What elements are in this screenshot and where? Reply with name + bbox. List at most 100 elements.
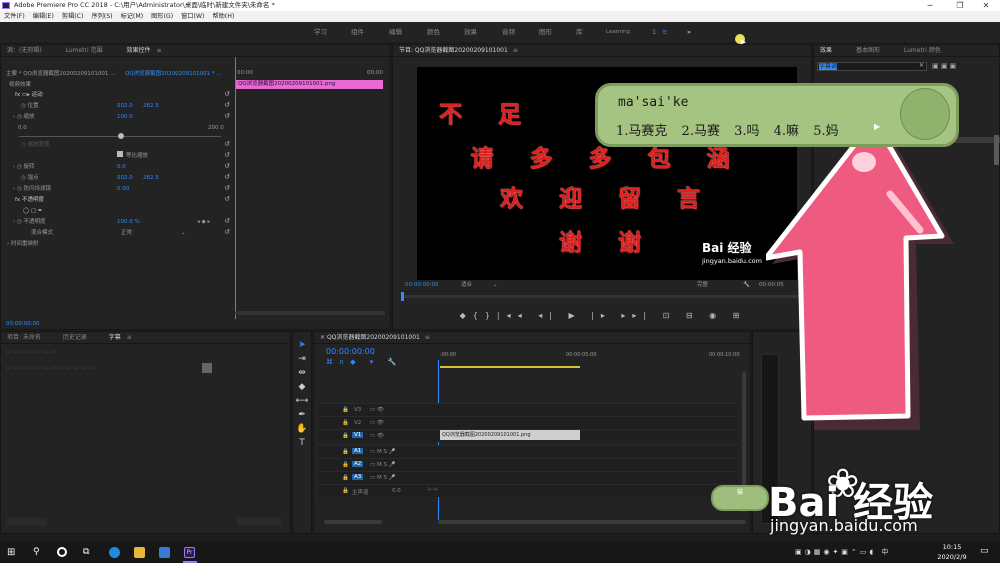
file-explorer-icon[interactable]: [134, 547, 145, 558]
lock-icon[interactable]: 🔒: [342, 488, 349, 494]
reset-icon[interactable]: ↺: [224, 173, 230, 181]
blend-mode-select[interactable]: 正常: [121, 228, 132, 238]
clock-date[interactable]: 2020/2/9: [937, 553, 967, 561]
stopwatch-icon[interactable]: › ◷: [13, 219, 24, 225]
mute-solo-icon[interactable]: ▭ M S 🎤: [370, 449, 396, 455]
wrench-icon[interactable]: 🔧: [743, 280, 750, 290]
ws-learning[interactable]: Learning: [606, 22, 630, 42]
lock-icon[interactable]: 🔒: [342, 407, 349, 413]
minimize-button[interactable]: ─: [916, 0, 944, 11]
work-area-bar[interactable]: [440, 366, 580, 368]
reset-icon[interactable]: ↺: [224, 228, 230, 236]
search-value[interactable]: 字幕调: [819, 63, 838, 70]
reset-icon[interactable]: ↺: [224, 101, 230, 109]
menu-item[interactable]: 编辑(E): [33, 13, 54, 20]
track-a3[interactable]: 🔒 A3 ▭ M S 🎤: [318, 471, 738, 484]
ws-library[interactable]: 库: [576, 22, 583, 42]
motion-label[interactable]: 运动: [32, 92, 43, 98]
ime-candidate-2[interactable]: 2.马赛: [682, 124, 720, 139]
ws-one[interactable]: 1: [652, 22, 656, 42]
caption-footer-button[interactable]: [6, 518, 46, 526]
opacity-value[interactable]: 100.0 %: [117, 217, 140, 227]
track-v2[interactable]: 🔒 V2 ▭ 👁: [318, 416, 738, 429]
maximize-button[interactable]: ❐: [946, 0, 974, 11]
clock-time[interactable]: 10:15: [937, 543, 967, 551]
ws-color[interactable]: 颜色: [427, 22, 440, 42]
search-icon[interactable]: ⚲: [33, 547, 44, 558]
fit-select[interactable]: 适合: [461, 280, 472, 290]
reset-icon[interactable]: ↺: [224, 217, 230, 225]
program-timecode[interactable]: 00:00:00:00: [405, 280, 439, 290]
ws-assembly[interactable]: 组件: [351, 22, 364, 42]
mask-tools-icon[interactable]: ◯ ▢ ✒: [23, 206, 42, 216]
mute-solo-icon[interactable]: ▭ M S 🎤: [370, 475, 396, 481]
track-select-tool-icon[interactable]: ⇥: [293, 352, 311, 366]
color-swatch[interactable]: [202, 363, 212, 373]
caption-toolbar[interactable]: ▭ ▭ ▭ ▭ ▭ ▭ ▭: [5, 348, 285, 356]
quality-select[interactable]: 完整: [697, 280, 708, 290]
reset-icon[interactable]: ↺: [224, 184, 230, 192]
track-v3[interactable]: 🔒 V3 ▭ 👁: [318, 403, 738, 416]
lock-icon[interactable]: 🔒: [342, 420, 349, 426]
razor-tool-icon[interactable]: ◆: [293, 380, 311, 394]
type-tool-icon[interactable]: T: [293, 436, 311, 450]
track-a1[interactable]: 🔒 A1 ▭ M S 🎤: [318, 445, 738, 458]
anti-flicker-value[interactable]: 0.00: [117, 184, 129, 194]
timeline-hscroll[interactable]: [438, 520, 746, 524]
rotation-value[interactable]: 0.0: [117, 162, 126, 172]
reset-icon[interactable]: ↺: [224, 90, 230, 98]
menu-item[interactable]: 序列(S): [91, 13, 112, 20]
windows-start-icon[interactable]: ⊞: [7, 547, 18, 558]
ime-mini-badge[interactable]: 猫: [711, 485, 769, 511]
tab-lumetri-scopes[interactable]: Lumetri 范围: [66, 47, 103, 54]
hand-tool-icon[interactable]: ✋: [293, 422, 311, 436]
timeline-timecode[interactable]: 00:00:00:00: [326, 347, 375, 356]
anchor-y[interactable]: 282.5: [143, 173, 159, 183]
reset-icon[interactable]: ↺: [224, 195, 230, 203]
ws-edit[interactable]: 编辑: [389, 22, 402, 42]
reset-icon[interactable]: ↺: [224, 151, 230, 159]
ws-audio[interactable]: 音频: [502, 22, 515, 42]
time-remap-label[interactable]: 时间重映射: [11, 241, 39, 247]
stopwatch-icon[interactable]: › ◷: [13, 186, 24, 192]
chevron-down-icon[interactable]: ⌄: [493, 280, 498, 290]
timeline-hscroll[interactable]: [324, 520, 382, 524]
tab-captions[interactable]: 字幕: [109, 334, 121, 341]
program-title[interactable]: 节目: QQ浏览器截图20200209101001: [399, 47, 508, 54]
menu-item[interactable]: 图形(G): [151, 13, 173, 20]
timeline-toolbar-icons[interactable]: ⌘∩◆ ▾ 🔧: [326, 358, 402, 366]
ws-learn[interactable]: 学习: [314, 22, 327, 42]
mute-solo-icon[interactable]: ▭ M S 🎤: [370, 462, 396, 468]
clip-bar[interactable]: QQ浏览器截图20200209101001.png: [236, 80, 383, 89]
chevron-down-icon[interactable]: ⌄: [181, 228, 186, 238]
browser-icon[interactable]: [109, 547, 120, 558]
cortana-icon[interactable]: [57, 547, 67, 557]
program-playhead[interactable]: [401, 292, 404, 301]
lock-icon[interactable]: 🔒: [342, 433, 349, 439]
stopwatch-icon[interactable]: › ◷: [13, 164, 24, 170]
keyframe-nav-icon[interactable]: ◂ ◆ ▸: [197, 217, 210, 227]
effects-search-field[interactable]: 字幕调 ✕: [817, 62, 927, 71]
tab-essential-graphics[interactable]: 基本图形: [856, 47, 880, 54]
eye-icon[interactable]: ▭ 👁: [370, 433, 384, 439]
ws-effects[interactable]: 效果: [464, 22, 477, 42]
tab-effects[interactable]: 效果: [820, 47, 832, 54]
checkbox-icon[interactable]: [117, 151, 123, 157]
caption-footer-button[interactable]: [237, 518, 282, 526]
expand-icon[interactable]: ⊢⊣: [428, 487, 438, 493]
close-button[interactable]: ✕: [972, 0, 1000, 11]
task-view-icon[interactable]: ⧉: [83, 547, 94, 558]
lock-icon[interactable]: 🔒: [342, 462, 349, 468]
eye-icon[interactable]: ▭ 👁: [370, 420, 384, 426]
sequence-clip-label[interactable]: QQ浏览器截图20200209101001 * ...: [125, 69, 222, 79]
tab-effect-controls[interactable]: 效果控件: [127, 47, 151, 54]
master-value[interactable]: 0.0: [392, 488, 401, 494]
notification-icon[interactable]: ▭: [980, 546, 989, 556]
timeline-clip[interactable]: QQ浏览器截图20200209101001.png: [440, 430, 580, 440]
menu-item[interactable]: 窗口(W): [181, 13, 204, 20]
transport-controls[interactable]: ◆{}|◂◂ ◂| ▶ |▸ ▸▸| ⊡ ⊟ ◉ ⊞: [393, 309, 813, 323]
tab-history[interactable]: 历史记录: [63, 334, 87, 341]
lock-icon[interactable]: 🔒: [342, 475, 349, 481]
ws-more-icon[interactable]: »: [687, 22, 691, 42]
ime-next-page-icon[interactable]: ▶: [874, 122, 880, 131]
